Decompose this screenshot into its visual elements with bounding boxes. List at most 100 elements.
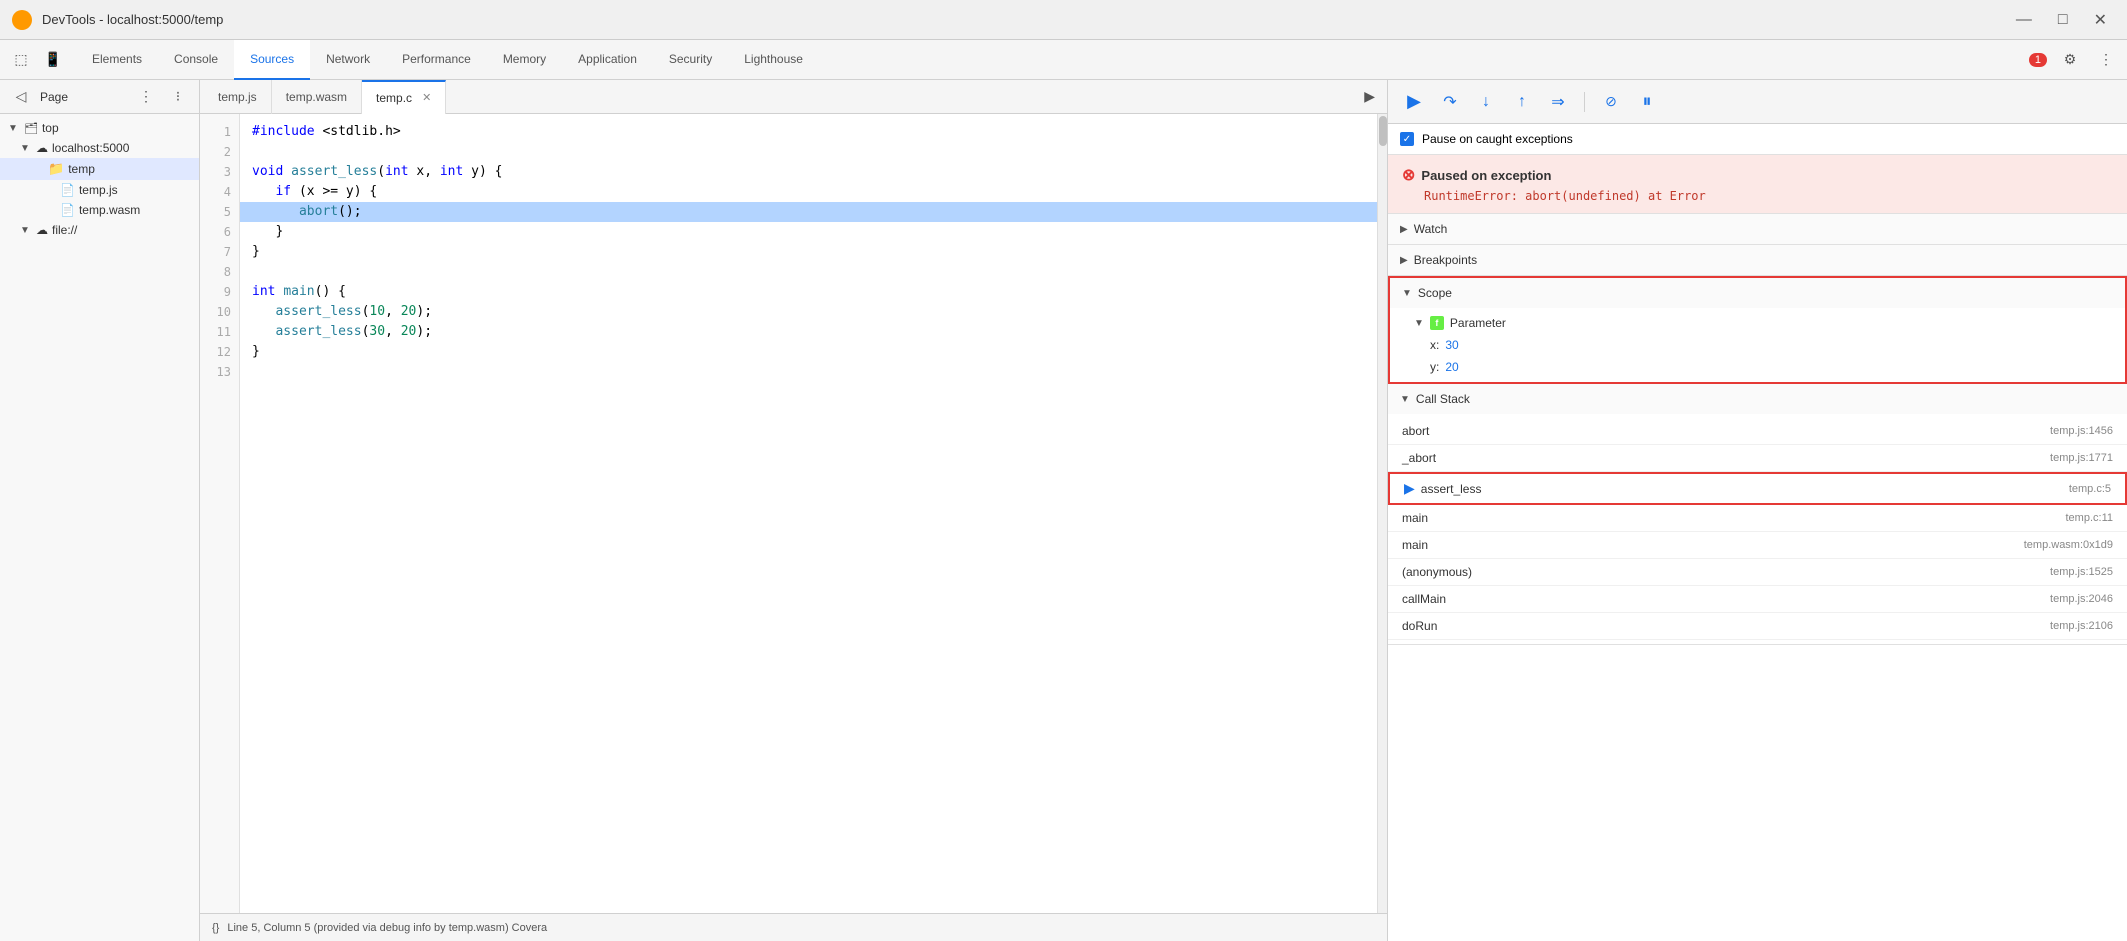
editor-scroll-right-btn[interactable]: ▶ [1356, 88, 1383, 105]
callstack-anonymous[interactable]: (anonymous) temp.js:1525 [1388, 559, 2127, 586]
callstack-loc-dorun: temp.js:2106 [2050, 620, 2113, 632]
editor-container: temp.js temp.wasm temp.c ✕ ▶ 1 2 3 4 5 6… [200, 80, 1387, 941]
callstack-main-2[interactable]: main temp.wasm:0x1d9 [1388, 532, 2127, 559]
breakpoints-label: Breakpoints [1414, 253, 1477, 267]
tab-console[interactable]: Console [158, 40, 234, 80]
error-badge[interactable]: 1 [2029, 53, 2047, 67]
editor-tab-temp-c[interactable]: temp.c ✕ [362, 80, 446, 114]
code-line-6: } [252, 222, 1365, 242]
step-btn[interactable]: ⇒ [1544, 88, 1572, 116]
scope-x-value: 30 [1445, 338, 1458, 352]
minimize-button[interactable]: — [2008, 11, 2040, 29]
titlebar: DevTools - localhost:5000/temp — □ ✕ [0, 0, 2127, 40]
code-line-5: abort(); [240, 202, 1377, 222]
tab-sources[interactable]: Sources [234, 40, 310, 80]
callstack-_abort[interactable]: _abort temp.js:1771 [1388, 445, 2127, 472]
tab-lighthouse[interactable]: Lighthouse [728, 40, 819, 80]
tab-elements[interactable]: Elements [76, 40, 158, 80]
step-out-btn[interactable]: ↑ [1508, 88, 1536, 116]
code-line-9: int main() { [252, 282, 1365, 302]
scope-parameter-header[interactable]: ▼ f Parameter [1390, 312, 2125, 334]
scope-header[interactable]: ▼ Scope [1390, 278, 2125, 308]
tree-item-temp-wasm[interactable]: 📄 temp.wasm [0, 200, 199, 220]
settings-icon[interactable]: ⚙ [2057, 47, 2083, 73]
callstack-fn-_abort: _abort [1402, 451, 1436, 465]
callstack-loc-main-1: temp.c:11 [2066, 512, 2114, 524]
close-button[interactable]: ✕ [2086, 10, 2115, 30]
scroll-thumb[interactable] [1379, 116, 1387, 146]
callstack-assert-less[interactable]: ▶ assert_less temp.c:5 [1388, 472, 2127, 505]
callstack-fn-abort: abort [1402, 424, 1429, 438]
callstack-loc-main-2: temp.wasm:0x1d9 [2024, 539, 2113, 551]
more-icon[interactable]: ⋮ [2093, 47, 2119, 73]
code-line-12: } [252, 342, 1365, 362]
line-numbers: 1 2 3 4 5 6 7 8 9 10 11 12 13 [200, 114, 240, 913]
sidebar-more-icon[interactable]: ⋮ [133, 84, 159, 110]
tab-application[interactable]: Application [562, 40, 653, 80]
tree-item-temp-folder[interactable]: 📁 temp [0, 158, 199, 180]
pause-btn[interactable]: ⏸ [1633, 88, 1661, 116]
resume-btn[interactable]: ▶ [1400, 88, 1428, 116]
tab-security[interactable]: Security [653, 40, 728, 80]
maximize-button[interactable]: □ [2050, 11, 2076, 29]
code-line-2 [252, 142, 1365, 162]
code-line-7: } [252, 242, 1365, 262]
close-tab-temp-c[interactable]: ✕ [422, 91, 431, 104]
code-area: 1 2 3 4 5 6 7 8 9 10 11 12 13 #include <… [200, 114, 1387, 913]
code-line-8 [252, 262, 1365, 282]
scope-x-label: x: [1430, 338, 1439, 352]
step-into-btn[interactable]: ↓ [1472, 88, 1500, 116]
watch-section: ▶ Watch [1388, 214, 2127, 245]
editor-tabs: temp.js temp.wasm temp.c ✕ ▶ [200, 80, 1387, 114]
active-frame-arrow: ▶ [1404, 480, 1415, 497]
code-line-10: assert_less(10, 20); [252, 302, 1365, 322]
callstack-main-1[interactable]: main temp.c:11 [1388, 505, 2127, 532]
callstack-fn-assert-less: ▶ assert_less [1404, 480, 1481, 497]
toolbar-sep [1584, 92, 1585, 112]
tree-item-top[interactable]: ▼ 🗂 top [0, 118, 199, 138]
pause-exceptions-bar: Pause on caught exceptions [1388, 124, 2127, 155]
watch-arrow: ▶ [1400, 224, 1408, 235]
callstack-callmain[interactable]: callMain temp.js:2046 [1388, 586, 2127, 613]
callstack-loc-anonymous: temp.js:1525 [2050, 566, 2113, 578]
device-icon[interactable]: 📱 [40, 47, 66, 73]
code-scrollbar[interactable] [1377, 114, 1387, 913]
scope-y-row: y: 20 [1390, 356, 2125, 378]
breakpoints-header[interactable]: ▶ Breakpoints [1388, 245, 2127, 275]
right-scroll-area[interactable]: Pause on caught exceptions ⊗ Paused on e… [1388, 124, 2127, 941]
code-editor[interactable]: #include <stdlib.h> void assert_less(int… [240, 114, 1377, 913]
scope-section: ▼ Scope ▼ f Parameter x: 30 y: 20 [1388, 276, 2127, 384]
editor-tab-temp-wasm[interactable]: temp.wasm [272, 80, 362, 114]
tree-item-file[interactable]: ▼ ☁ file:// [0, 220, 199, 240]
sidebar-dots-icon[interactable]: ⁝ [165, 84, 191, 110]
inspect-icon[interactable]: ⬚ [8, 47, 34, 73]
file-tree: ▼ 🗂 top ▼ ☁ localhost:5000 📁 temp [0, 114, 199, 941]
code-line-3: void assert_less(int x, int y) { [252, 162, 1365, 182]
code-line-4: if (x >= y) { [252, 182, 1365, 202]
code-line-1: #include <stdlib.h> [252, 122, 1365, 142]
main-area: ◁ Page ⋮ ⁝ ▼ 🗂 top ▼ ☁ localhost:5000 [0, 80, 2127, 941]
callstack-abort[interactable]: abort temp.js:1456 [1388, 418, 2127, 445]
curly-braces-icon: {} [212, 922, 219, 934]
tab-performance[interactable]: Performance [386, 40, 487, 80]
callstack-fn-main-2: main [1402, 538, 1428, 552]
debugger-toolbar: ▶ ↷ ↓ ↑ ⇒ ⊘ ⏸ [1388, 80, 2127, 124]
editor-tab-temp-js[interactable]: temp.js [204, 80, 272, 114]
status-text: Line 5, Column 5 (provided via debug inf… [227, 922, 547, 934]
deactivate-btn[interactable]: ⊘ [1597, 88, 1625, 116]
tree-item-localhost[interactable]: ▼ ☁ localhost:5000 [0, 138, 199, 158]
tab-network[interactable]: Network [310, 40, 386, 80]
scope-y-label: y: [1430, 360, 1439, 374]
exception-message: RuntimeError: abort(undefined) at Error [1402, 189, 2113, 203]
step-over-btn[interactable]: ↷ [1436, 88, 1464, 116]
exception-notice: ⊗ Paused on exception RuntimeError: abor… [1388, 155, 2127, 214]
tab-memory[interactable]: Memory [487, 40, 562, 80]
param-icon: f [1430, 316, 1444, 330]
callstack-header[interactable]: ▼ Call Stack [1388, 384, 2127, 414]
watch-header[interactable]: ▶ Watch [1388, 214, 2127, 244]
sidebar-collapse-icon[interactable]: ◁ [8, 84, 34, 110]
tree-item-temp-js[interactable]: 📄 temp.js [0, 180, 199, 200]
callstack-dorun[interactable]: doRun temp.js:2106 [1388, 613, 2127, 640]
callstack-fn-callmain: callMain [1402, 592, 1446, 606]
pause-exceptions-checkbox[interactable] [1400, 132, 1414, 146]
